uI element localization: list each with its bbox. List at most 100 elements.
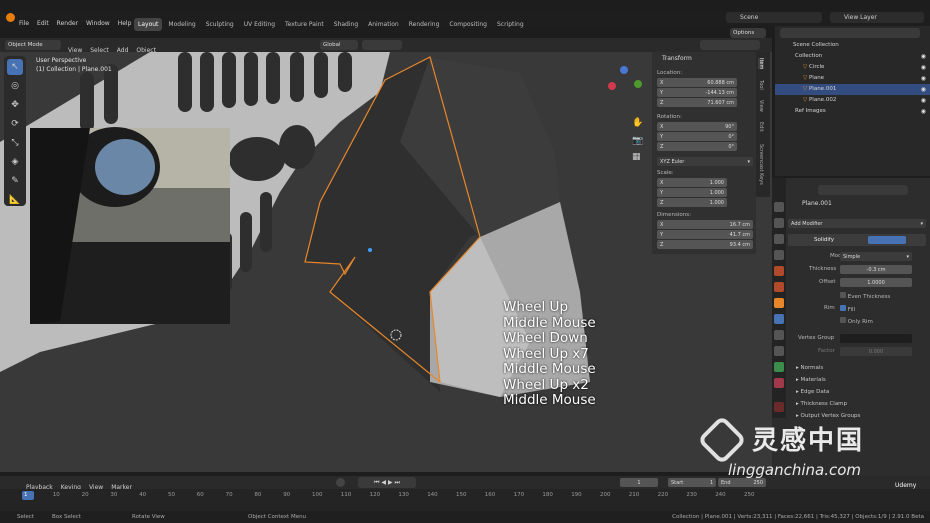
dimension-x-field[interactable]: X 16.7 cm: [657, 220, 753, 229]
rotate-tool-icon[interactable]: ⟳: [7, 116, 23, 132]
move-tool-icon[interactable]: ✥: [7, 97, 23, 113]
location-y-field[interactable]: Y -144.13 cm: [657, 88, 737, 97]
tab-screencast-keys[interactable]: Screencast Keys: [758, 144, 764, 185]
annotate-tool-icon[interactable]: ✎: [7, 173, 23, 189]
outliner-search[interactable]: [780, 28, 920, 38]
menu-file[interactable]: File: [19, 16, 29, 32]
rotation-mode-select[interactable]: XYZ Euler ▾: [657, 157, 753, 166]
texture-tab-icon[interactable]: [774, 402, 784, 412]
output-tab-icon[interactable]: [774, 234, 784, 244]
fill-checkbox[interactable]: Fill: [840, 305, 855, 313]
section-output-vertex-groups[interactable]: ▸ Output Vertex Groups: [796, 410, 860, 422]
section-edge-data[interactable]: ▸ Edge Data: [796, 386, 860, 398]
outliner-item-ref-images[interactable]: Ref Images ◉: [775, 106, 930, 117]
material-tab-icon[interactable]: [774, 378, 784, 388]
options-button[interactable]: Options: [730, 28, 766, 38]
tab-rendering[interactable]: Rendering: [405, 18, 444, 31]
tab-animation[interactable]: Animation: [364, 18, 403, 31]
object-tab-icon[interactable]: [774, 298, 784, 308]
vertex-group-field[interactable]: [840, 334, 912, 343]
view-layer-selector[interactable]: View Layer: [830, 12, 924, 23]
blender-logo-icon[interactable]: [6, 13, 15, 22]
rotation-z-field[interactable]: Z 0°: [657, 142, 737, 151]
mode-selector[interactable]: Object Mode: [5, 40, 61, 50]
outliner-item-circle[interactable]: ▽ Circle ◉: [775, 62, 930, 73]
grid-toggle-icon[interactable]: ▦: [632, 152, 644, 164]
tab-shading[interactable]: Shading: [330, 18, 362, 31]
outliner-item-plane-001[interactable]: ▽ Plane.001 ◉: [775, 84, 930, 95]
gizmo-toggle-icon[interactable]: [633, 40, 673, 50]
menu-render[interactable]: Render: [57, 16, 78, 32]
eye-icon[interactable]: ◉: [921, 95, 926, 106]
scale-y-field[interactable]: Y 1.000: [657, 188, 727, 197]
tab-item[interactable]: Item: [758, 58, 764, 70]
world-tab-icon[interactable]: [774, 282, 784, 292]
tab-view[interactable]: View: [758, 100, 764, 112]
tab-compositing[interactable]: Compositing: [445, 18, 491, 31]
tab-layout[interactable]: Layout: [134, 18, 163, 31]
eye-icon[interactable]: ◉: [921, 51, 926, 62]
cursor-tool-icon[interactable]: ◎: [7, 78, 23, 94]
properties-search[interactable]: [818, 185, 908, 195]
current-frame-field[interactable]: 1: [620, 478, 658, 487]
section-normals[interactable]: ▸ Normals: [796, 362, 860, 374]
menu-window[interactable]: Window: [86, 16, 110, 32]
tab-uv-editing[interactable]: UV Editing: [240, 18, 279, 31]
tab-tool[interactable]: Tool: [758, 80, 764, 90]
render-tab-icon[interactable]: [774, 218, 784, 228]
factor-field[interactable]: 0.000: [840, 347, 912, 356]
eye-icon[interactable]: ◉: [921, 73, 926, 84]
outliner-item-scene-collection[interactable]: Scene Collection: [775, 40, 930, 51]
particles-tab-icon[interactable]: [774, 330, 784, 340]
dimension-z-field[interactable]: Z 93.4 cm: [657, 240, 753, 249]
3d-viewport[interactable]: ↖ ◎ ✥ ⟳ ⤡ ◈ ✎ 📐 User Perspective (1) Col…: [0, 52, 772, 472]
menu-edit[interactable]: Edit: [37, 16, 49, 32]
eye-icon[interactable]: ◉: [921, 106, 926, 117]
location-x-field[interactable]: X 60.888 cm: [657, 78, 737, 87]
solidify-mode-select[interactable]: Simple ▾: [840, 252, 912, 261]
data-tab-icon[interactable]: [774, 362, 784, 372]
section-thickness-clamp[interactable]: ▸ Thickness Clamp: [796, 398, 860, 410]
view-layer-tab-icon[interactable]: [774, 250, 784, 260]
only-rim-checkbox[interactable]: Only Rim: [840, 317, 873, 325]
snap-controls[interactable]: [362, 40, 402, 50]
measure-tool-icon[interactable]: 📐: [7, 192, 23, 208]
eye-icon[interactable]: ◉: [921, 84, 926, 95]
thickness-field[interactable]: -0.3 cm: [840, 265, 912, 274]
eye-icon[interactable]: ◉: [921, 62, 926, 73]
hand-pan-icon[interactable]: ✋: [632, 118, 644, 130]
outliner-item-plane[interactable]: ▽ Plane ◉: [775, 73, 930, 84]
location-z-field[interactable]: Z 71.607 cm: [657, 98, 737, 107]
physics-tab-icon[interactable]: [774, 346, 784, 356]
section-materials[interactable]: ▸ Materials: [796, 374, 860, 386]
modifier-name[interactable]: Solidify: [814, 237, 834, 243]
tab-edit[interactable]: Edit: [758, 122, 764, 132]
navigation-gizmo[interactable]: [606, 66, 646, 106]
rotation-x-field[interactable]: X 90°: [657, 122, 737, 131]
outliner-item-collection[interactable]: Collection ◉: [775, 51, 930, 62]
rotation-y-field[interactable]: Y 0°: [657, 132, 737, 141]
transform-tool-icon[interactable]: ◈: [7, 154, 23, 170]
scene-tab-icon[interactable]: [774, 266, 784, 276]
select-tool-icon[interactable]: ↖: [7, 59, 23, 75]
transform-orientation[interactable]: Global: [320, 40, 358, 50]
record-icon[interactable]: [336, 478, 345, 487]
playback-controls[interactable]: ⏮ ◀ ▶ ⏭: [358, 477, 416, 488]
tab-scripting[interactable]: Scripting: [493, 18, 528, 31]
modifier-visibility-toggles[interactable]: [868, 236, 906, 244]
tab-modeling[interactable]: Modeling: [164, 18, 199, 31]
start-frame-field[interactable]: Start 1: [668, 478, 716, 487]
scale-x-field[interactable]: X 1.000: [657, 178, 727, 187]
add-modifier-button[interactable]: Add Modifier ▾: [788, 219, 926, 228]
shading-mode-buttons[interactable]: [700, 40, 760, 50]
menu-help[interactable]: Help: [118, 16, 132, 32]
tab-texture-paint[interactable]: Texture Paint: [281, 18, 328, 31]
end-frame-field[interactable]: End 250: [718, 478, 766, 487]
dimension-y-field[interactable]: Y 41.7 cm: [657, 230, 753, 239]
outliner-item-plane-002[interactable]: ▽ Plane.002 ◉: [775, 95, 930, 106]
modifier-tab-icon[interactable]: [774, 314, 784, 324]
offset-field[interactable]: 1.0000: [840, 278, 912, 287]
tool-tab-icon[interactable]: [774, 202, 784, 212]
scene-selector[interactable]: Scene: [726, 12, 822, 23]
camera-view-icon[interactable]: 📷: [632, 136, 644, 148]
